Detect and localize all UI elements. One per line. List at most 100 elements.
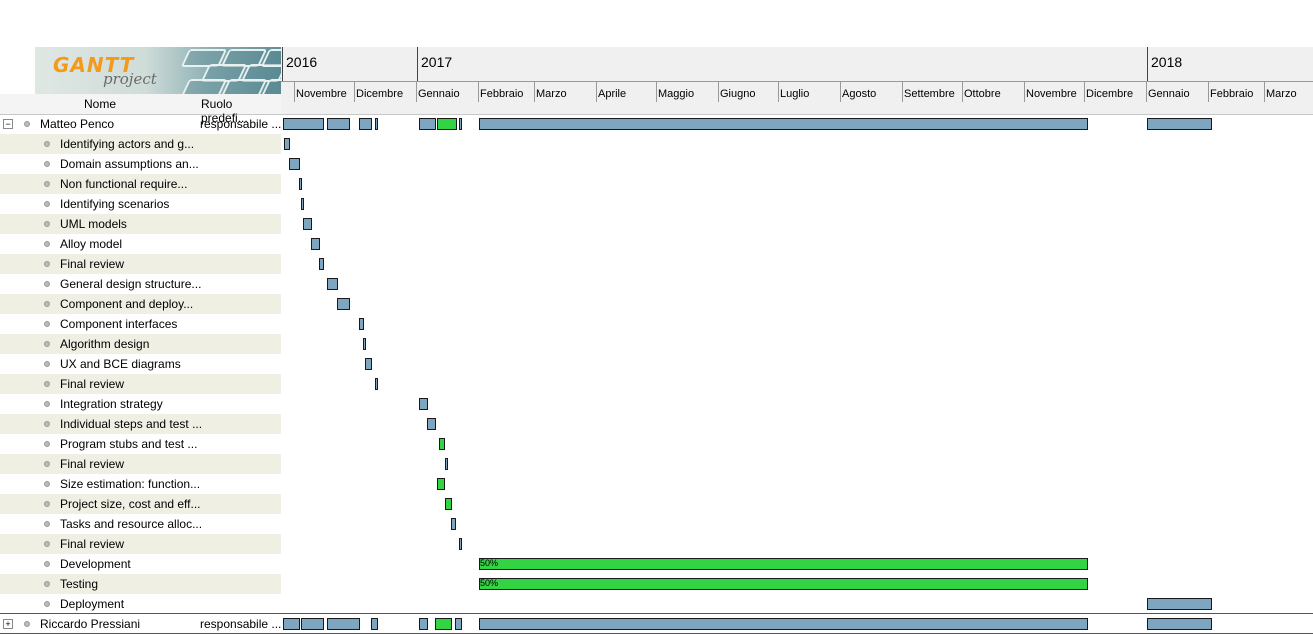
resource-name: Riccardo Pressiani — [40, 617, 141, 631]
task-bar[interactable] — [337, 298, 350, 310]
task-bar[interactable] — [359, 318, 364, 330]
task-row[interactable]: Domain assumptions an... — [0, 154, 281, 174]
task-row[interactable]: Deployment — [0, 594, 281, 614]
task-icon — [44, 481, 50, 487]
task-icon — [44, 541, 50, 547]
task-bar[interactable] — [445, 458, 448, 470]
load-bar[interactable] — [435, 618, 452, 630]
load-bar[interactable] — [419, 618, 428, 630]
task-bar[interactable] — [327, 278, 338, 290]
task-bar[interactable] — [363, 338, 366, 350]
load-bar[interactable] — [1147, 618, 1212, 630]
load-bar[interactable] — [437, 118, 457, 130]
task-icon — [44, 321, 50, 327]
task-row[interactable]: Final review — [0, 374, 281, 394]
task-row[interactable]: Final review — [0, 254, 281, 274]
task-name: General design structure... — [60, 277, 202, 291]
column-header-role[interactable]: Ruolo predefi... — [199, 94, 281, 125]
task-row[interactable]: General design structure... — [0, 274, 281, 294]
load-bar[interactable] — [371, 618, 378, 630]
task-name: Final review — [60, 457, 125, 471]
task-icon — [44, 181, 50, 187]
task-bar[interactable] — [289, 158, 300, 170]
task-row[interactable]: Algorithm design — [0, 334, 281, 354]
load-bar[interactable] — [479, 618, 1088, 630]
task-bar[interactable]: 50% — [479, 578, 1088, 590]
task-bar[interactable] — [419, 398, 428, 410]
year-label: 2017 — [421, 54, 453, 70]
task-name: Component interfaces — [60, 317, 178, 331]
load-bar[interactable] — [459, 118, 462, 130]
load-bar[interactable] — [327, 118, 350, 130]
task-icon — [44, 201, 50, 207]
task-bar[interactable]: 50% — [479, 558, 1088, 570]
task-row[interactable]: Testing — [0, 574, 281, 594]
task-row[interactable]: Component interfaces — [0, 314, 281, 334]
task-row[interactable]: Final review — [0, 534, 281, 554]
load-bar[interactable] — [1147, 118, 1212, 130]
task-bar[interactable] — [319, 258, 324, 270]
task-row[interactable]: Program stubs and test ... — [0, 434, 281, 454]
task-row[interactable]: Final review — [0, 454, 281, 474]
task-name: Size estimation: function... — [60, 477, 201, 491]
month-label: Novembre — [296, 88, 347, 100]
load-bar[interactable] — [479, 118, 1088, 130]
month-tick — [962, 82, 963, 102]
month-tick — [1084, 82, 1085, 102]
task-bar[interactable] — [301, 198, 304, 210]
task-bar[interactable] — [311, 238, 320, 250]
load-bar[interactable] — [359, 118, 372, 130]
task-row[interactable]: UX and BCE diagrams — [0, 354, 281, 374]
resource-icon — [24, 121, 30, 127]
task-row[interactable]: UML models — [0, 214, 281, 234]
task-row[interactable]: Identifying actors and g... — [0, 134, 281, 154]
task-name: Domain assumptions an... — [60, 157, 199, 171]
task-row[interactable]: Size estimation: function... — [0, 474, 281, 494]
task-progress-label: 50% — [480, 578, 499, 588]
task-bar[interactable] — [427, 418, 436, 430]
load-bar[interactable] — [283, 118, 324, 130]
task-bar[interactable] — [451, 518, 456, 530]
task-bar[interactable] — [445, 498, 452, 510]
task-name: Integration strategy — [60, 397, 163, 411]
task-row[interactable]: Non functional require... — [0, 174, 281, 194]
month-label: Maggio — [658, 88, 695, 100]
expand-toggle[interactable]: + — [3, 619, 13, 629]
load-bar[interactable] — [327, 618, 360, 630]
load-bar[interactable] — [301, 618, 324, 630]
task-row[interactable]: Individual steps and test ... — [0, 414, 281, 434]
load-bar[interactable] — [375, 118, 378, 130]
task-row[interactable]: Tasks and resource alloc... — [0, 514, 281, 534]
resource-row[interactable]: − Matteo Penco responsabile ... — [0, 114, 281, 134]
load-bar[interactable] — [455, 618, 462, 630]
task-bar[interactable] — [437, 478, 445, 490]
task-bar[interactable] — [303, 218, 312, 230]
task-row[interactable]: Integration strategy — [0, 394, 281, 414]
column-header-name[interactable]: Nome — [0, 94, 200, 115]
task-row[interactable]: Alloy model — [0, 234, 281, 254]
load-bar[interactable] — [419, 118, 436, 130]
task-bar[interactable] — [439, 438, 445, 450]
load-bar[interactable] — [283, 618, 300, 630]
month-label: Aprile — [598, 88, 627, 100]
task-bar[interactable] — [375, 378, 378, 390]
task-bar[interactable] — [365, 358, 372, 370]
task-bar[interactable] — [459, 538, 462, 550]
task-bar[interactable] — [299, 178, 302, 190]
task-row[interactable]: Development — [0, 554, 281, 574]
task-icon — [44, 421, 50, 427]
task-icon — [44, 261, 50, 267]
month-label: Dicembre — [356, 88, 404, 100]
task-bar[interactable] — [1147, 598, 1212, 610]
task-row[interactable]: Identifying scenarios — [0, 194, 281, 214]
task-name: Final review — [60, 257, 125, 271]
resource-row[interactable]: + Riccardo Pressiani responsabile ... — [0, 614, 281, 634]
task-bar[interactable] — [284, 138, 290, 150]
task-icon — [44, 301, 50, 307]
month-tick — [294, 82, 295, 102]
task-icon — [44, 361, 50, 367]
task-row[interactable]: Component and deploy... — [0, 294, 281, 314]
collapse-toggle[interactable]: − — [3, 119, 13, 129]
task-icon — [44, 601, 50, 607]
task-row[interactable]: Project size, cost and eff... — [0, 494, 281, 514]
